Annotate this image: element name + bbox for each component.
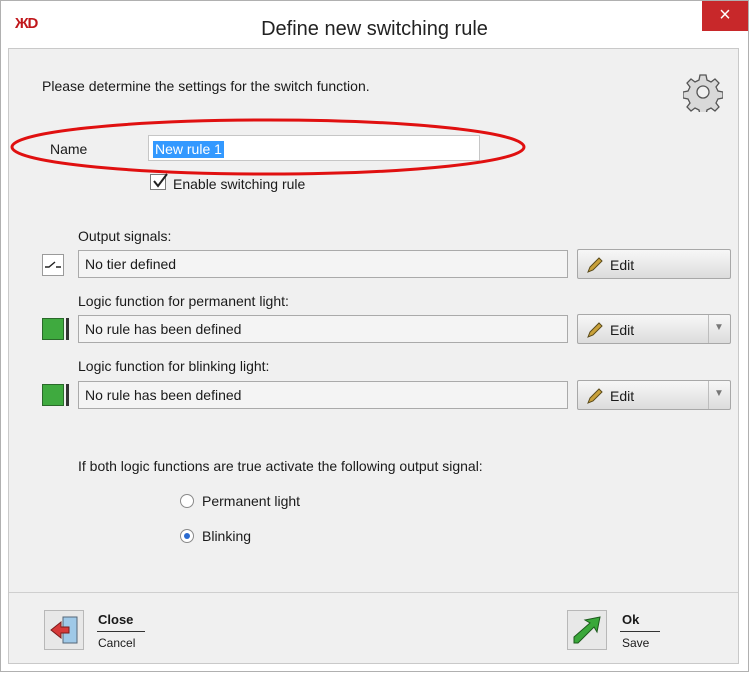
chevron-down-icon[interactable]: ▼ [714,322,724,333]
green-light-icon [42,384,69,406]
enable-checkbox[interactable] [150,173,168,190]
permanent-logic-label: Logic function for permanent light: [78,293,289,309]
split-divider [708,381,709,409]
edit-blinking-label: Edit [610,388,635,404]
switch-signal-icon [42,254,64,276]
close-label[interactable]: Close [98,612,133,627]
ok-label[interactable]: Ok [622,612,639,627]
green-arrow-icon [573,616,601,644]
green-light-icon [42,318,69,340]
output-signals-label: Output signals: [78,228,172,244]
pencil-icon [587,257,603,273]
ok-button[interactable] [567,610,607,650]
permanent-logic-field: No rule has been defined [78,315,568,343]
close-underline [97,631,145,632]
pencil-icon [587,322,603,338]
title-bar: ЖD Define new switching rule × [1,1,748,49]
gear-icon [683,74,723,112]
edit-blinking-button[interactable]: Edit ▼ [577,380,731,410]
blinking-label: Blinking [202,528,252,544]
blinking-radio[interactable] [180,529,194,543]
footer-divider [9,592,738,593]
highlight-ellipse [10,118,526,176]
blinking-logic-field: No rule has been defined [78,381,568,409]
pencil-icon [587,388,603,404]
enable-label: Enable switching rule [173,176,306,192]
close-window-button[interactable]: × [702,1,748,31]
window-title: Define new switching rule [261,18,488,40]
permanent-light-label: Permanent light [202,493,301,509]
edit-permanent-button[interactable]: Edit ▼ [577,314,731,344]
close-button[interactable] [44,610,84,650]
chevron-down-icon[interactable]: ▼ [714,388,724,399]
edit-permanent-label: Edit [610,322,635,338]
blinking-logic-label: Logic function for blinking light: [78,358,270,374]
save-label: Save [622,636,650,650]
edit-output-button[interactable]: Edit [577,249,731,279]
both-true-text: If both logic functions are true activat… [78,458,483,474]
edit-output-label: Edit [610,257,635,273]
output-signals-field: No tier defined [78,250,568,278]
cancel-label: Cancel [98,636,136,650]
split-divider [708,315,709,343]
ok-underline [620,631,660,632]
intro-text: Please determine the settings for the sw… [42,78,370,94]
exit-door-icon [50,616,78,644]
permanent-light-radio[interactable] [180,494,194,508]
